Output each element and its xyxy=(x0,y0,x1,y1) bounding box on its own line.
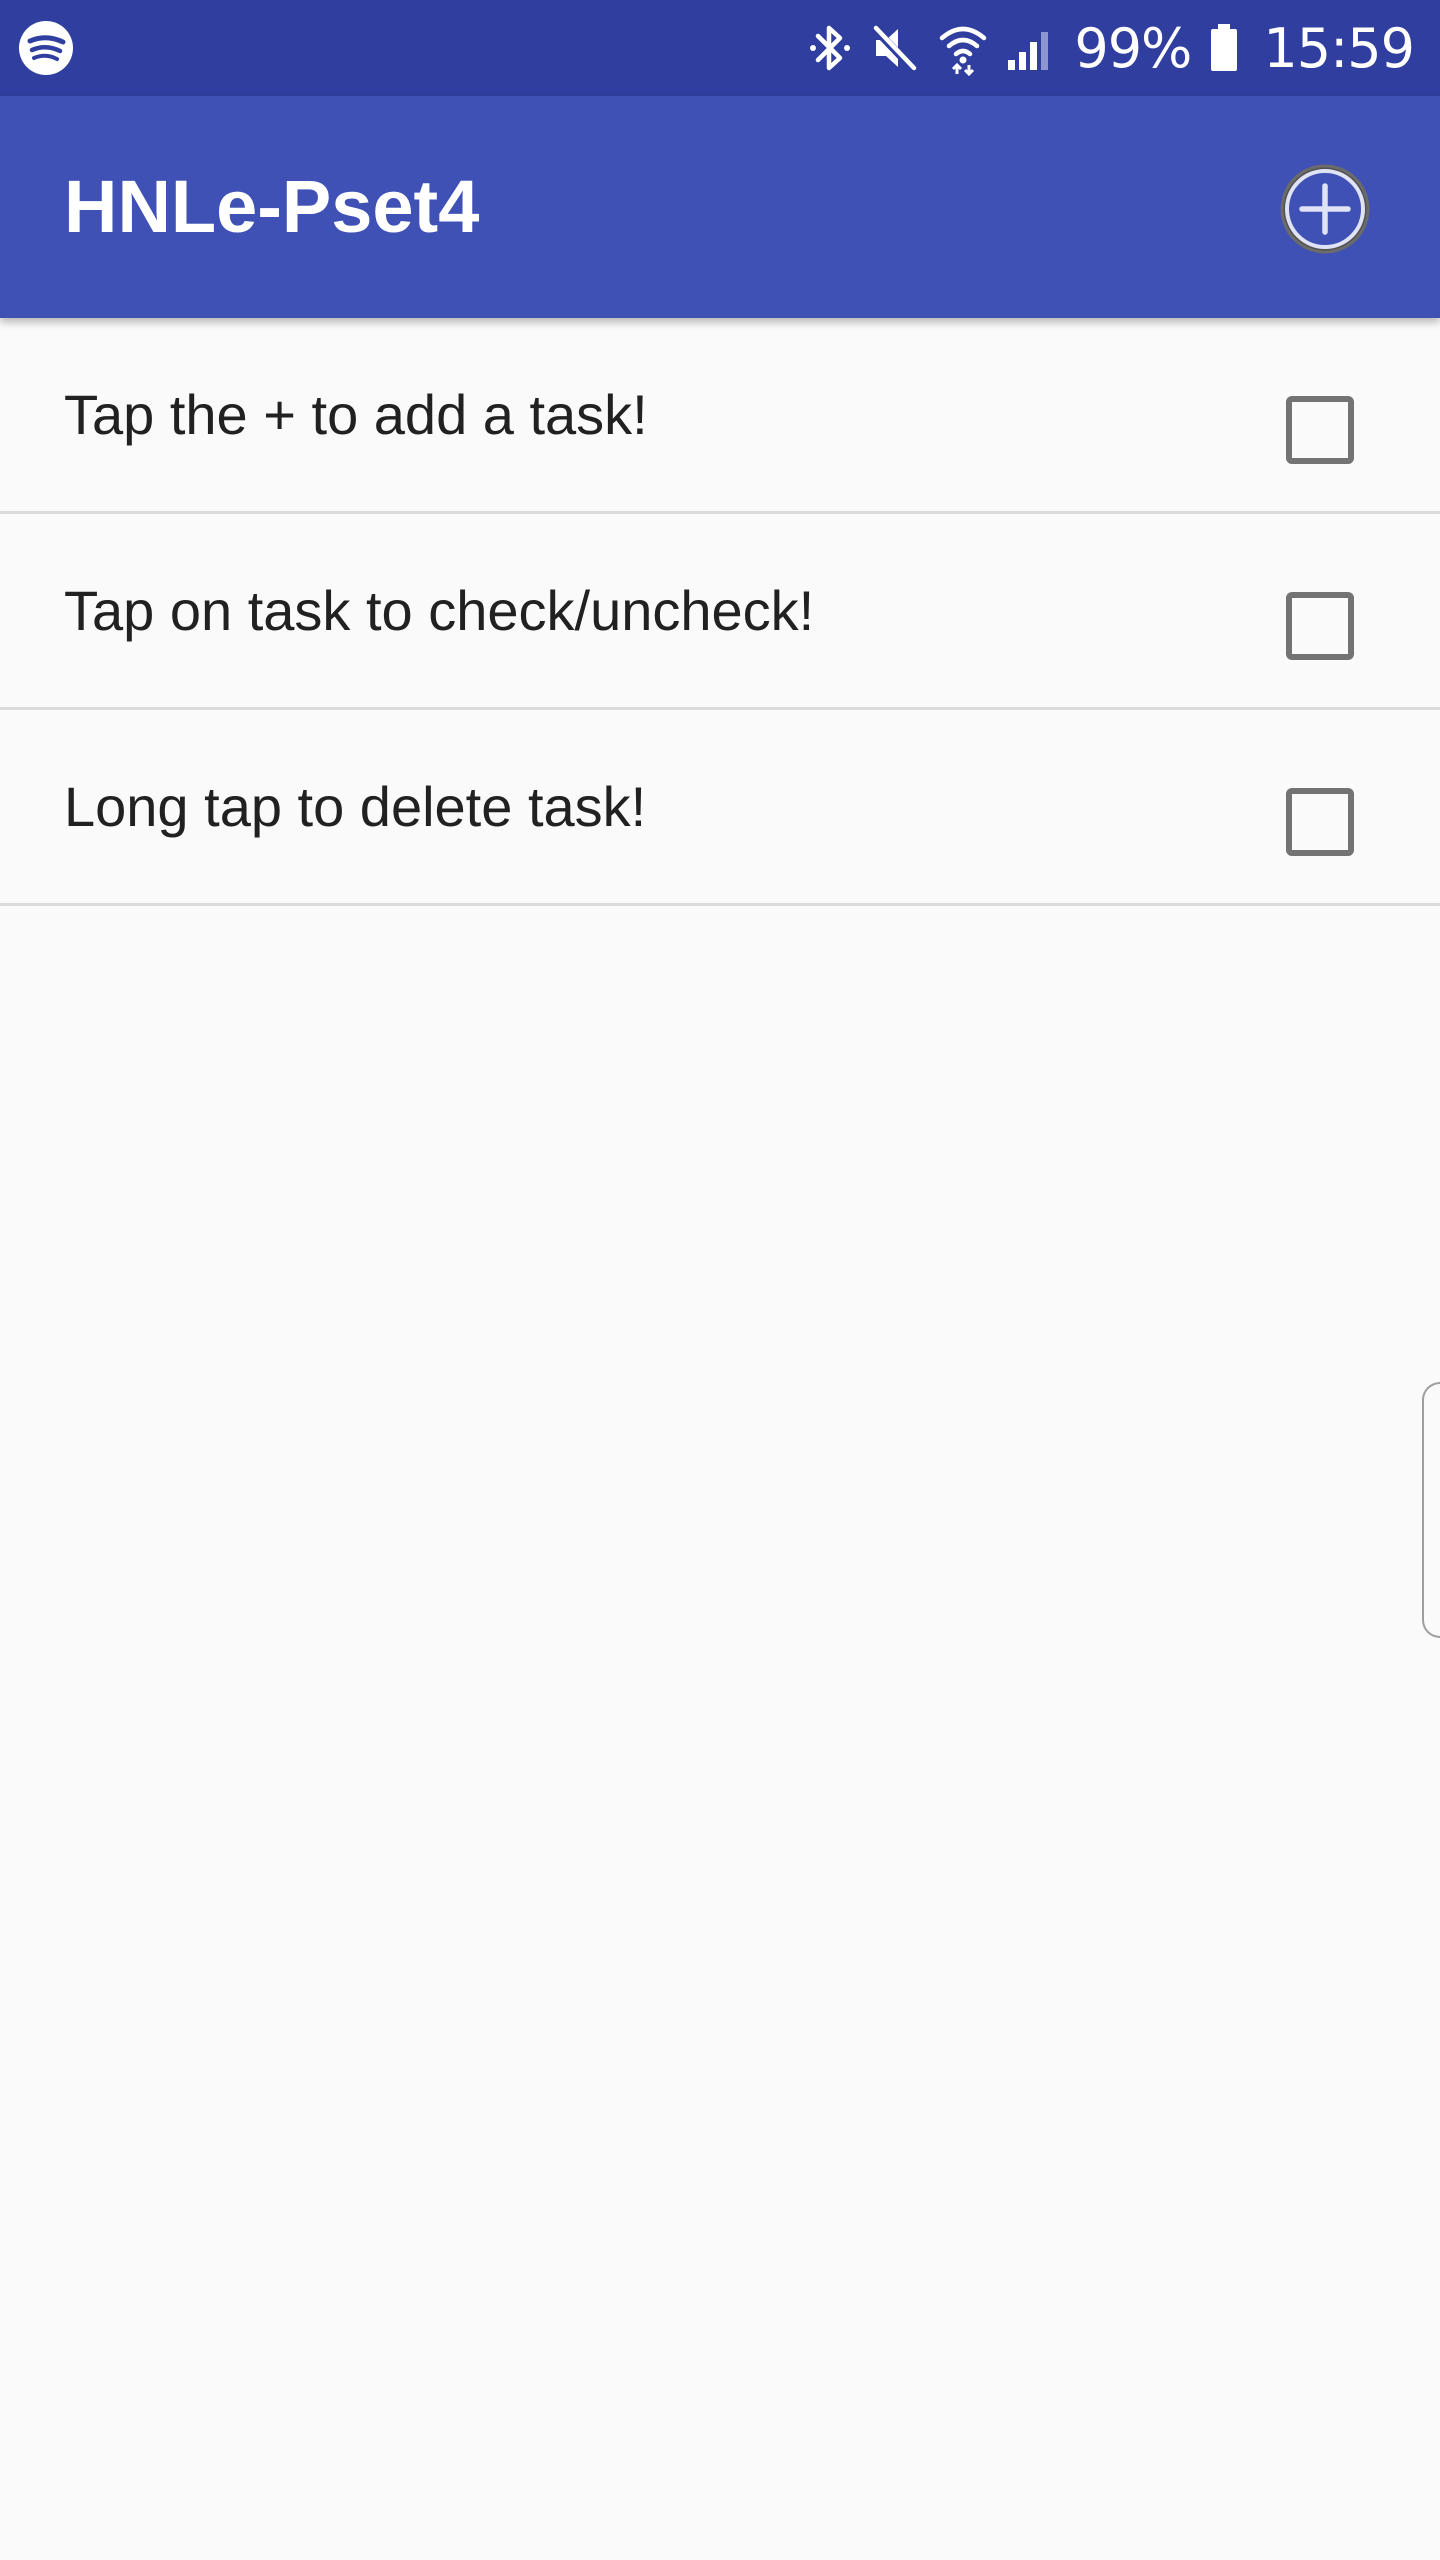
task-row[interactable]: Tap on task to check/uncheck! xyxy=(0,514,1440,710)
task-checkbox[interactable] xyxy=(1286,788,1354,856)
spotify-icon xyxy=(18,20,74,76)
task-label: Tap the + to add a task! xyxy=(64,383,648,446)
wifi-icon xyxy=(938,20,988,76)
battery-percent: 99% xyxy=(1074,16,1192,80)
edge-panel-handle[interactable] xyxy=(1422,1382,1440,1638)
bluetooth-icon xyxy=(808,20,852,76)
status-icons: 99% 15:59 xyxy=(808,0,1415,96)
app-title: HNLe-Pset4 xyxy=(64,165,480,248)
task-label: Long tap to delete task! xyxy=(64,775,647,838)
task-list: Tap the + to add a task! Tap on task to … xyxy=(0,318,1440,906)
clock: 15:59 xyxy=(1263,16,1415,80)
add-task-button[interactable] xyxy=(1278,162,1372,256)
task-checkbox[interactable] xyxy=(1286,592,1354,660)
task-checkbox[interactable] xyxy=(1286,396,1354,464)
task-row[interactable]: Tap the + to add a task! xyxy=(0,318,1440,514)
cellular-signal-icon xyxy=(1006,20,1056,76)
app-bar: HNLe-Pset4 xyxy=(0,96,1440,318)
mute-icon xyxy=(870,20,920,76)
task-row[interactable]: Long tap to delete task! xyxy=(0,710,1440,906)
task-label: Tap on task to check/uncheck! xyxy=(64,579,815,642)
app-screen: 99% 15:59 HNLe-Pset4 Tap the + to add a … xyxy=(0,0,1440,2560)
add-circle-icon xyxy=(1280,164,1370,254)
battery-icon xyxy=(1209,20,1239,76)
status-bar: 99% 15:59 xyxy=(0,0,1440,96)
